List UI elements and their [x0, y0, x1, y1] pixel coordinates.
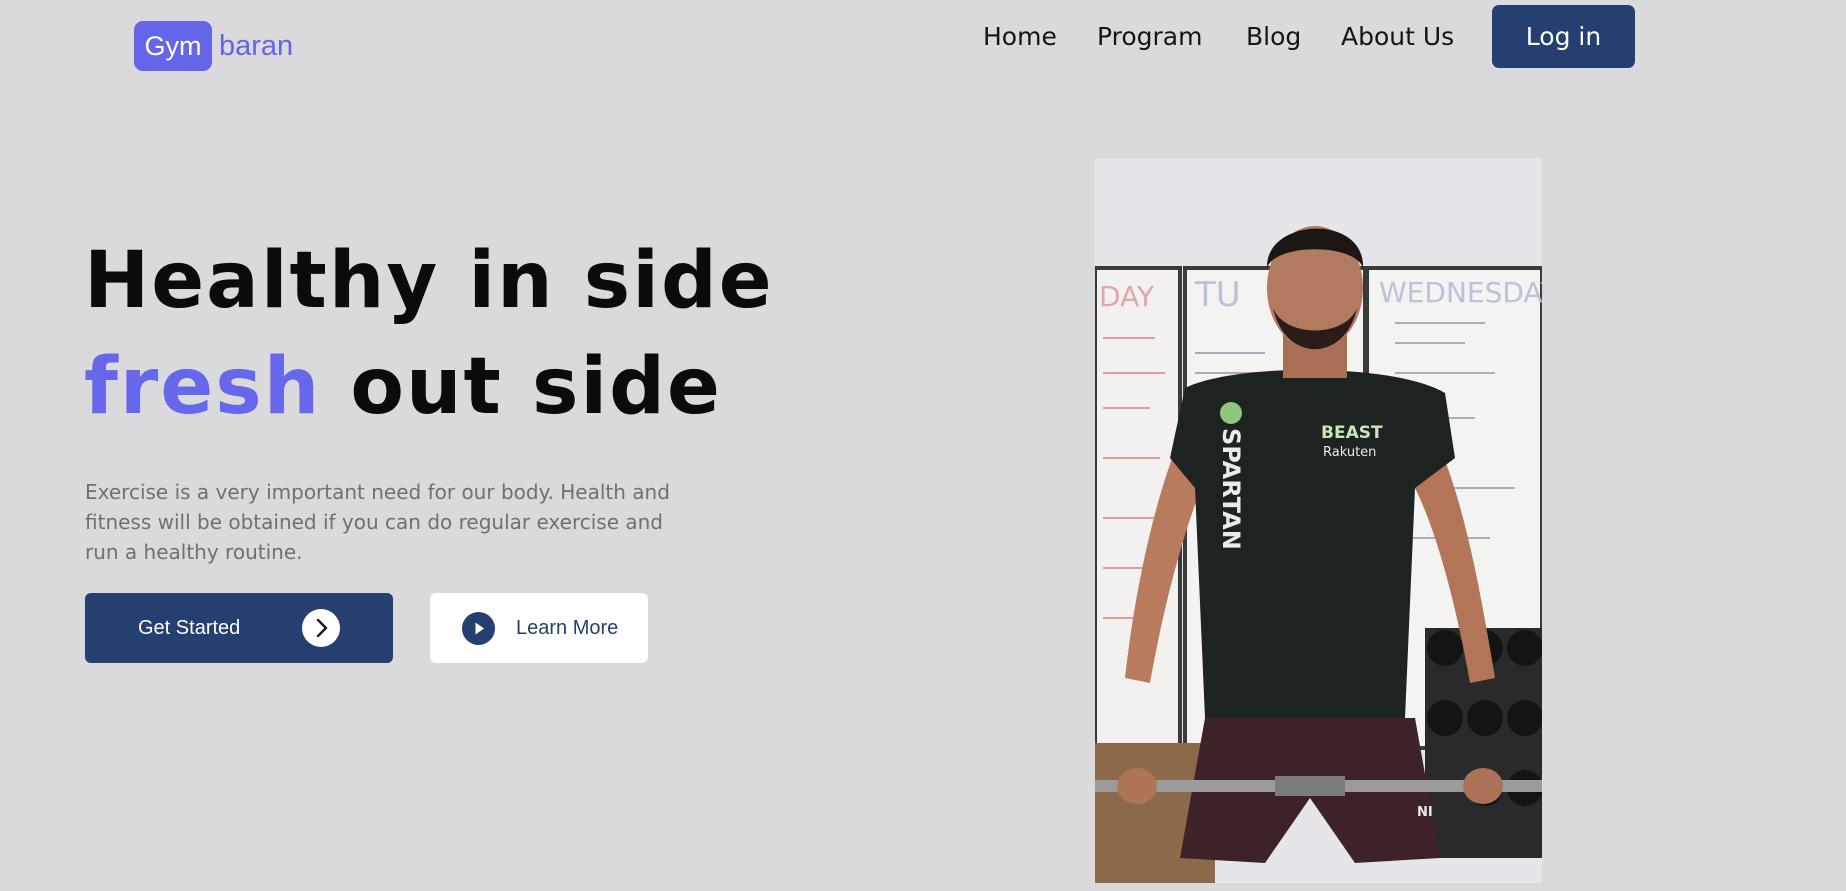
- nav-program[interactable]: Program: [1097, 22, 1202, 51]
- logo-box: Gym: [134, 21, 212, 71]
- board-heading-2: TU: [1194, 275, 1241, 315]
- learn-more-label: Learn More: [516, 616, 619, 639]
- get-started-button[interactable]: Get Started: [85, 593, 393, 663]
- hero-photo: DAY TU WEDNESDAY SPARTAN BEAST Rakuten N…: [1095, 158, 1542, 883]
- shirt-rakuten-text: Rakuten: [1323, 445, 1376, 460]
- arrow-right-icon: [302, 609, 340, 647]
- nav-home[interactable]: Home: [983, 22, 1057, 51]
- get-started-label: Get Started: [138, 616, 241, 639]
- hero-title-line2: out side: [321, 342, 722, 432]
- shorts-logo-text: NI: [1417, 805, 1433, 820]
- logo[interactable]: Gym baran: [134, 21, 293, 71]
- board-heading-3: WEDNESDAY: [1379, 276, 1542, 309]
- board-heading-1: DAY: [1099, 280, 1155, 313]
- login-button[interactable]: Log in: [1492, 5, 1635, 68]
- play-icon: [462, 612, 495, 645]
- logo-text: baran: [219, 29, 294, 62]
- hero-title-accent: fresh: [84, 342, 322, 432]
- hero-title: Healthy in side fresh out side: [84, 228, 774, 440]
- learn-more-button[interactable]: Learn More: [430, 593, 648, 663]
- hero-title-line1: Healthy in side: [84, 236, 774, 326]
- shirt-beast-text: BEAST: [1321, 423, 1383, 443]
- shirt-spartan-text: SPARTAN: [1217, 428, 1245, 550]
- nav-blog[interactable]: Blog: [1246, 22, 1301, 51]
- hero-description: Exercise is a very important need for ou…: [85, 480, 670, 564]
- nav-about-us[interactable]: About Us: [1341, 22, 1454, 51]
